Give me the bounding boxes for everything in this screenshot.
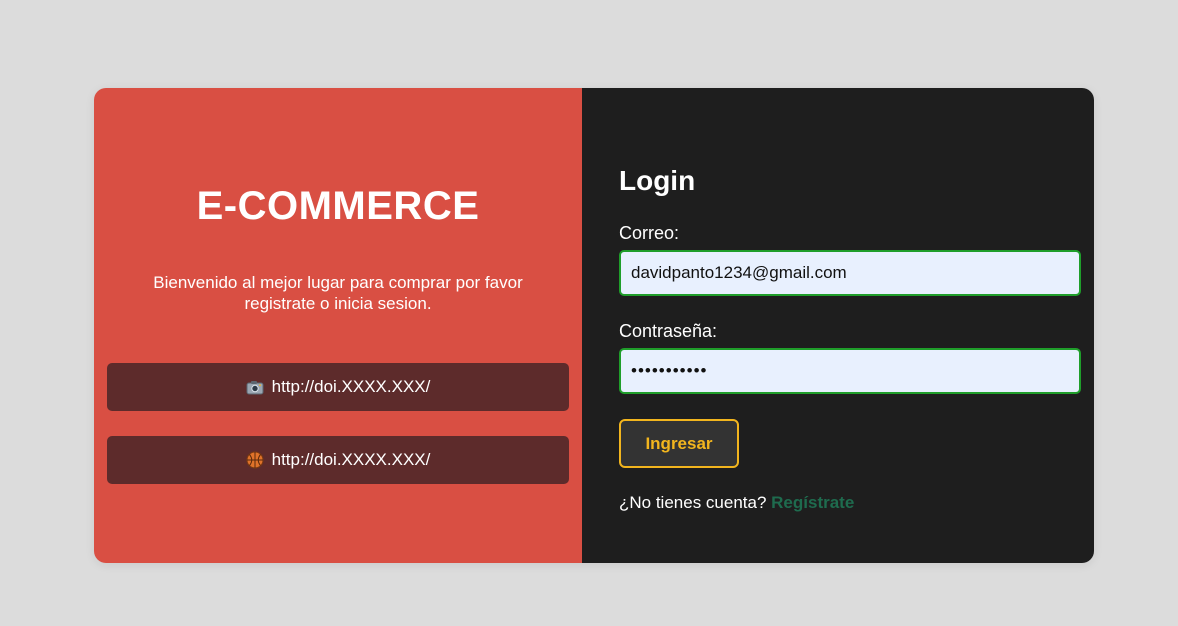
submit-button[interactable]: Ingresar	[619, 419, 739, 468]
brand-panel: E-COMMERCE Bienvenido al mejor lugar par…	[94, 88, 582, 563]
social-link-basketball[interactable]: http://doi.XXXX.XXX/	[107, 436, 569, 484]
login-panel: Login Correo: Contraseña: Ingresar ¿No t…	[582, 88, 1094, 563]
camera-icon	[246, 378, 264, 396]
social-link-camera[interactable]: http://doi.XXXX.XXX/	[107, 363, 569, 411]
basketball-icon	[246, 451, 264, 469]
login-card: E-COMMERCE Bienvenido al mejor lugar par…	[94, 88, 1094, 563]
login-title: Login	[619, 165, 696, 196]
social-link-label: http://doi.XXXX.XXX/	[271, 450, 431, 469]
password-label: Contraseña:	[619, 321, 718, 341]
email-label: Correo:	[619, 223, 680, 243]
brand-title: E-COMMERCE	[196, 184, 480, 228]
register-prompt: ¿No tienes cuenta?	[619, 493, 767, 512]
register-link[interactable]: Regístrate	[771, 493, 854, 512]
welcome-text: Bienvenido al mejor lugar para comprar p…	[153, 273, 523, 313]
social-link-label: http://doi.XXXX.XXX/	[271, 377, 431, 396]
password-field[interactable]	[619, 348, 1081, 394]
register-prompt-line: ¿No tienes cuenta? Regístrate	[619, 493, 854, 513]
email-field[interactable]	[619, 250, 1081, 296]
